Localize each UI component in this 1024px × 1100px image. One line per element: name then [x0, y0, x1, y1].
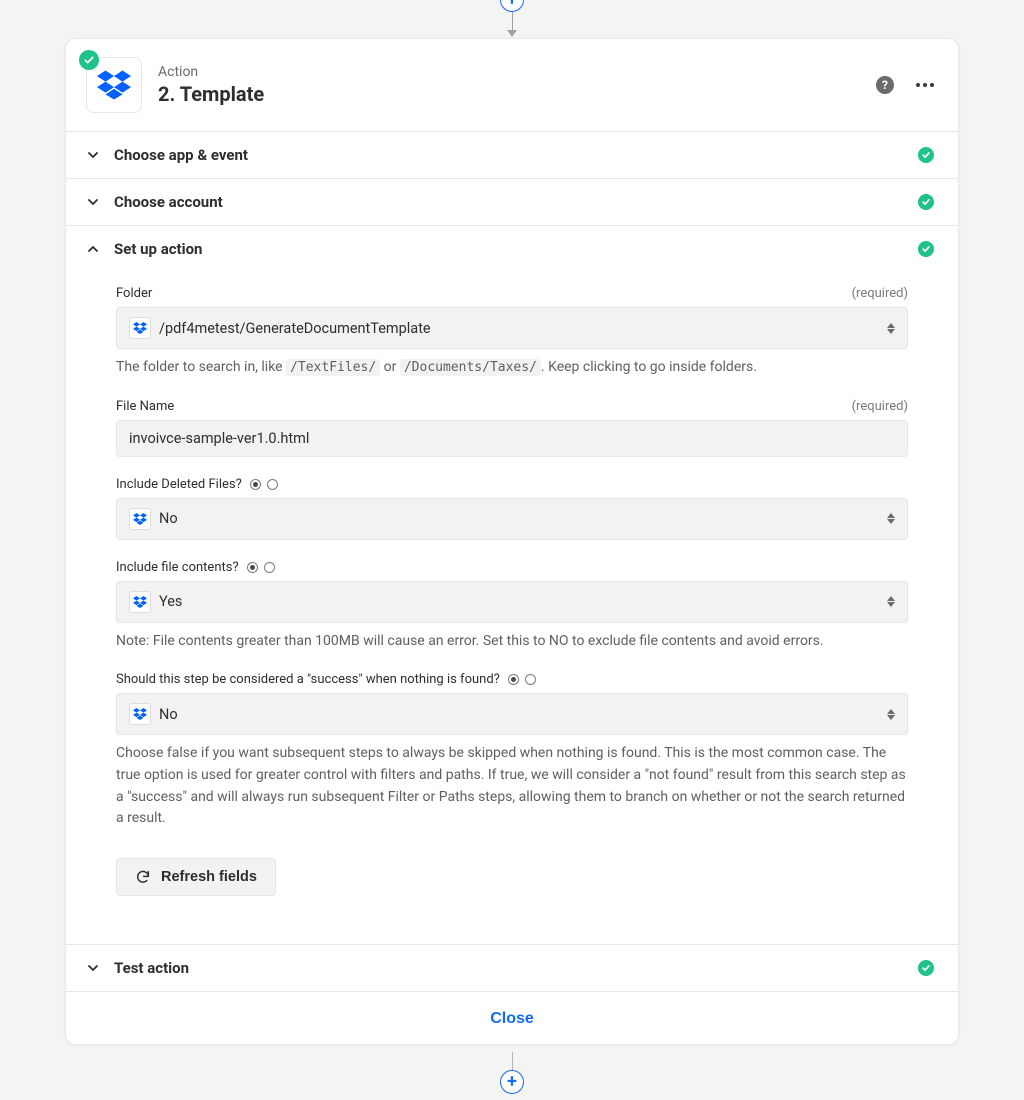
flow-connector-top: + [500, 0, 524, 37]
step-card: Action 2. Template ? Choose app & event … [65, 38, 959, 1045]
chevron-down-icon [86, 196, 100, 208]
help-text-part: The folder to search in, like [116, 359, 286, 375]
select-sort-icon [887, 709, 895, 720]
section-title: Choose account [114, 193, 223, 211]
select-sort-icon [887, 323, 895, 334]
field-include-deleted: Include Deleted Files? No [116, 477, 908, 540]
field-label: File Name [116, 399, 174, 414]
field-label: Include file contents? [116, 560, 239, 575]
field-label-row: Folder (required) [116, 286, 908, 301]
radio-option[interactable] [264, 562, 275, 573]
field-label: Should this step be considered a "succes… [116, 672, 500, 687]
dropbox-icon [129, 317, 151, 339]
field-include-contents: Include file contents? Yes Note: File co… [116, 560, 908, 653]
dropbox-icon [129, 508, 151, 530]
radio-option[interactable] [508, 674, 519, 685]
folder-value: /pdf4metest/GenerateDocumentTemplate [159, 320, 431, 337]
chevron-down-icon [86, 962, 100, 974]
field-label: Include Deleted Files? [116, 477, 242, 492]
status-complete-icon [918, 960, 934, 976]
field-label-row: Include file contents? [116, 560, 908, 575]
radio-option[interactable] [267, 479, 278, 490]
step-title: 2. Template [158, 82, 264, 106]
section-title: Test action [114, 959, 189, 977]
add-step-button[interactable]: + [500, 0, 524, 12]
folder-help: The folder to search in, like /TextFiles… [116, 357, 908, 379]
radio-option[interactable] [525, 674, 536, 685]
flow-connector-bottom: + [500, 1052, 524, 1094]
arrow-down-icon [507, 30, 517, 37]
field-file-name: File Name (required) invoivce-sample-ver… [116, 399, 908, 457]
field-label-row: Should this step be considered a "succes… [116, 672, 908, 687]
connector-line [512, 1052, 513, 1070]
include-deleted-select[interactable]: No [116, 498, 908, 540]
select-sort-icon [887, 596, 895, 607]
help-icon[interactable]: ? [876, 76, 894, 94]
field-label-row: File Name (required) [116, 399, 908, 414]
field-success: Should this step be considered a "succes… [116, 672, 908, 830]
radio-option[interactable] [247, 562, 258, 573]
include-contents-value: Yes [159, 593, 182, 610]
folder-select[interactable]: /pdf4metest/GenerateDocumentTemplate [116, 307, 908, 349]
radio-group [508, 674, 536, 685]
setup-body: Folder (required) /pdf4metest/GenerateDo… [66, 272, 958, 944]
status-complete-icon [918, 241, 934, 257]
section-setup-action: Set up action Folder (required) /pdf4met… [66, 225, 958, 944]
close-button[interactable]: Close [490, 1010, 534, 1028]
help-text-part: or [380, 359, 400, 375]
field-folder: Folder (required) /pdf4metest/GenerateDo… [116, 286, 908, 379]
close-row: Close [66, 991, 958, 1044]
file-name-input[interactable]: invoivce-sample-ver1.0.html [116, 420, 908, 457]
chevron-down-icon [86, 149, 100, 161]
card-header: Action 2. Template ? [66, 39, 958, 131]
section-setup-header[interactable]: Set up action [66, 225, 958, 272]
check-icon [83, 54, 95, 66]
dropbox-icon [129, 703, 151, 725]
success-select[interactable]: No [116, 693, 908, 735]
success-value: No [159, 706, 178, 723]
check-badge-icon [79, 50, 99, 70]
select-sort-icon [887, 513, 895, 524]
app-icon [86, 57, 142, 113]
success-help: Choose false if you want subsequent step… [116, 743, 908, 830]
section-test-action[interactable]: Test action [66, 944, 958, 991]
section-title: Choose app & event [114, 146, 248, 164]
connector-line [512, 12, 513, 30]
add-step-button[interactable]: + [500, 1070, 524, 1094]
section-title: Set up action [114, 240, 202, 258]
code-sample: /Documents/Taxes/ [400, 359, 541, 376]
status-complete-icon [918, 194, 934, 210]
chevron-up-icon [86, 243, 100, 255]
radio-option[interactable] [250, 479, 261, 490]
header-text: Action 2. Template [158, 64, 264, 106]
contents-help: Note: File contents greater than 100MB w… [116, 631, 908, 653]
include-contents-select[interactable]: Yes [116, 581, 908, 623]
radio-group [247, 562, 275, 573]
dropbox-icon [97, 70, 131, 100]
section-choose-app[interactable]: Choose app & event [66, 131, 958, 178]
required-label: (required) [852, 399, 908, 414]
refresh-icon [135, 869, 151, 885]
refresh-fields-button[interactable]: Refresh fields [116, 858, 276, 896]
refresh-label: Refresh fields [161, 869, 257, 885]
include-deleted-value: No [159, 510, 178, 527]
section-choose-account[interactable]: Choose account [66, 178, 958, 225]
status-complete-icon [918, 147, 934, 163]
code-sample: /TextFiles/ [286, 359, 380, 376]
required-label: (required) [852, 286, 908, 301]
step-subtitle: Action [158, 64, 264, 80]
help-text-part: . Keep clicking to go inside folders. [541, 359, 757, 375]
dropbox-icon [129, 591, 151, 613]
file-name-value: invoivce-sample-ver1.0.html [129, 430, 309, 447]
more-menu-icon[interactable] [916, 83, 934, 87]
field-label: Folder [116, 286, 152, 301]
header-actions: ? [876, 76, 934, 94]
field-label-row: Include Deleted Files? [116, 477, 908, 492]
radio-group [250, 479, 278, 490]
